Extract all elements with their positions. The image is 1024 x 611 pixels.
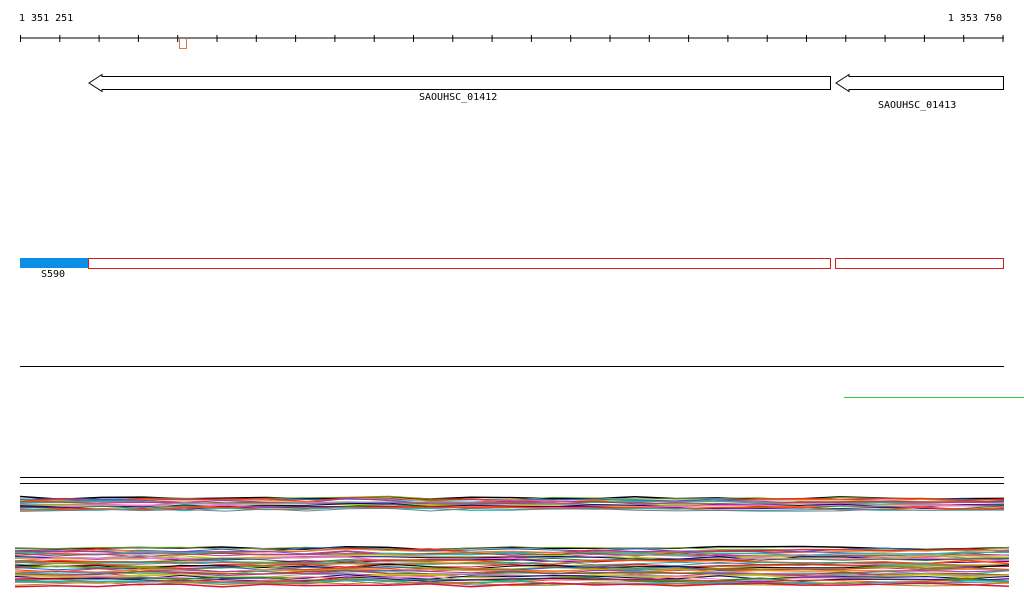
feature-track (20, 258, 1004, 269)
gene-label-saouhsc-01412: SAOUHSC_01412 (419, 92, 498, 103)
expression-profile-band-2 (14, 545, 1010, 588)
tick-marker-icon[interactable] (179, 38, 187, 49)
feature-s590[interactable] (20, 258, 88, 268)
gene-track (88, 73, 1004, 93)
feature-region-1[interactable] (88, 258, 831, 269)
gene-arrow-saouhsc-01413[interactable] (835, 73, 1004, 93)
feature-region-2[interactable] (835, 258, 1004, 269)
genome-browser-view: 1 351 251 1 353 750 SAOUHSC_01412 SAOUHS… (0, 0, 1024, 611)
expression-profile-band-1 (19, 495, 1005, 512)
position-ruler (20, 35, 1004, 49)
left-arrow-icon (835, 73, 1004, 93)
gene-label-saouhsc-01413: SAOUHSC_01413 (878, 100, 957, 111)
track-canvas (14, 35, 1024, 588)
feature-label-s590: S590 (41, 269, 66, 280)
gene-arrow-saouhsc-01412[interactable] (88, 73, 831, 93)
left-arrow-icon (88, 73, 831, 93)
